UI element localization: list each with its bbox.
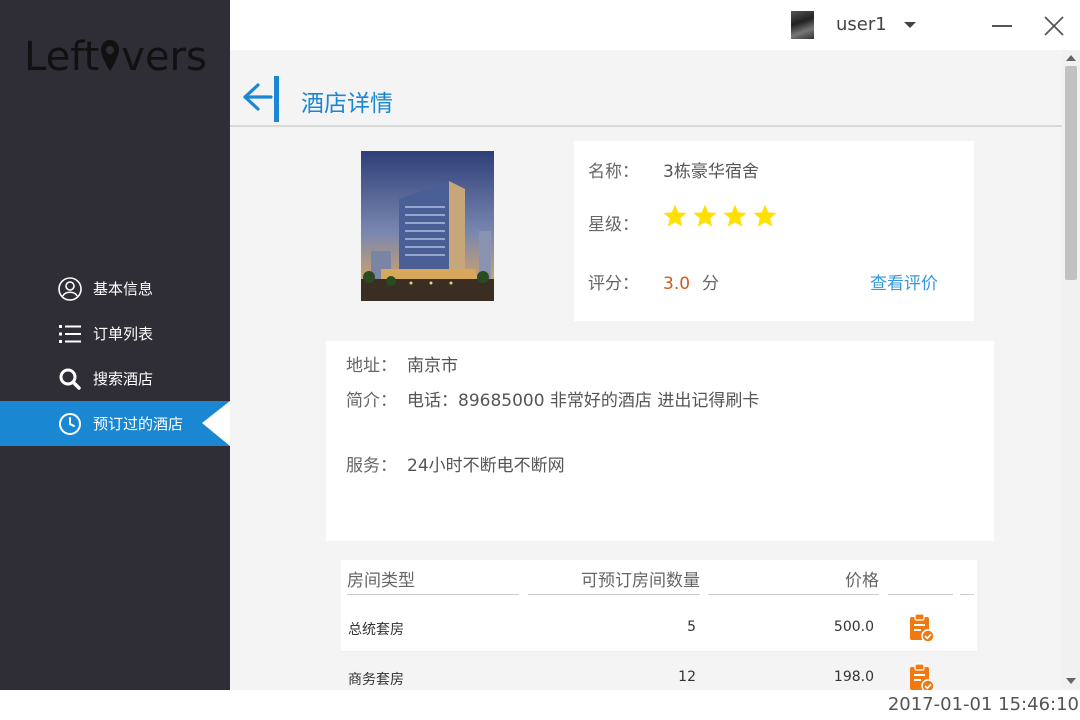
hotel-image (361, 151, 494, 301)
hotel-score-label: 评分： (588, 274, 639, 294)
hotel-name: 3栋豪华宿舍 (663, 162, 759, 182)
sidebar-item-order-list[interactable]: 订单列表 (0, 311, 230, 356)
service-row: 服务： 24小时不断电不断网 (346, 451, 565, 476)
sidebar-item-booked-hotels[interactable]: 预订过的酒店 (0, 401, 230, 446)
table-row[interactable]: 总统套房 5 500.0 (341, 602, 977, 652)
sidebar: Left vers 基本信息 订单列表 搜索酒店 预订过的酒店 (0, 0, 230, 690)
list-icon (57, 321, 83, 347)
hotel-detail-card: 地址： 南京市 简介： 电话：89685000 非常好的酒店 进出记得刷卡 服务： 2… (326, 341, 994, 541)
sidebar-nav: 基本信息 订单列表 搜索酒店 预订过的酒店 (0, 266, 230, 446)
table-row[interactable]: 商务套房 12 198.0 (341, 652, 977, 690)
user-circle-icon (57, 276, 83, 302)
hotel-score-unit: 分 (702, 274, 720, 294)
address-value: 南京市 (407, 356, 458, 376)
sidebar-item-basic-info[interactable]: 基本信息 (0, 266, 230, 311)
book-room-icon[interactable] (906, 612, 936, 644)
username[interactable]: user1 (836, 14, 887, 35)
book-room-icon[interactable] (906, 662, 936, 690)
intro-label: 简介： (346, 391, 397, 411)
chevron-down-icon[interactable] (904, 22, 916, 28)
intro-row: 简介： 电话：89685000 非常好的酒店 进出记得刷卡 (346, 386, 759, 411)
address-row: 地址： 南京市 (346, 351, 458, 376)
room-table: 房间类型 可预订房间数量 价格 总统套房 5 500.0 商务套房 12 198… (341, 560, 977, 690)
avatar[interactable] (791, 11, 814, 39)
minimize-button[interactable] (992, 25, 1012, 27)
hotel-score-row: 评分： 3.0 分 (588, 269, 719, 294)
scroll-down-icon[interactable] (1066, 678, 1076, 684)
top-bar: user1 (230, 0, 1080, 50)
scrollbar-thumb[interactable] (1065, 66, 1077, 280)
sidebar-item-search-hotel[interactable]: 搜索酒店 (0, 356, 230, 401)
room-type-cell: 商务套房 (348, 672, 404, 688)
back-arrow-icon[interactable] (240, 80, 274, 114)
star-icon (663, 204, 687, 227)
sidebar-item-label: 搜索酒店 (93, 370, 154, 388)
intro-value: 电话：89685000 非常好的酒店 进出记得刷卡 (407, 391, 760, 411)
sidebar-item-label: 订单列表 (93, 325, 154, 343)
main-content: 酒店详情 名称： 3栋豪华宿舍 星级： 评分： 3.0 分 查看评价 地址： 南… (230, 50, 1062, 690)
address-label: 地址： (346, 356, 397, 376)
column-header-available-count[interactable]: 可预订房间数量 (528, 566, 700, 595)
sidebar-item-label: 预订过的酒店 (93, 415, 184, 433)
room-count-cell: 5 (687, 619, 696, 635)
header-divider (274, 76, 279, 122)
star-icon (693, 204, 717, 227)
service-value: 24小时不断电不断网 (407, 456, 565, 476)
column-header-filler (960, 566, 974, 595)
hotel-score: 3.0 (663, 274, 691, 294)
hotel-star-label: 星级： (588, 215, 639, 235)
room-price-cell: 198.0 (833, 669, 874, 685)
app-logo: Left vers (24, 34, 207, 80)
column-header-room-type[interactable]: 房间类型 (347, 566, 519, 595)
hotel-name-row: 名称： 3栋豪华宿舍 (588, 157, 759, 182)
column-header-action (888, 566, 953, 595)
search-icon (57, 366, 83, 392)
column-header-price[interactable]: 价格 (708, 566, 879, 595)
page-title: 酒店详情 (301, 91, 393, 117)
clock-icon (57, 411, 83, 437)
close-icon[interactable] (1042, 14, 1066, 38)
star-icon (753, 204, 777, 227)
sidebar-item-label: 基本信息 (93, 280, 154, 298)
star-rating (662, 203, 778, 229)
active-indicator (202, 401, 230, 446)
page-header: 酒店详情 (230, 50, 1062, 127)
room-price-cell: 500.0 (833, 619, 874, 635)
service-label: 服务： (346, 456, 397, 476)
vertical-scrollbar[interactable] (1062, 50, 1080, 690)
room-type-cell: 总统套房 (348, 622, 404, 638)
room-count-cell: 12 (678, 669, 696, 685)
hotel-name-label: 名称： (588, 162, 639, 182)
view-reviews-link[interactable]: 查看评价 (870, 269, 938, 294)
status-bar: 2017-01-01 15:46:10 (0, 690, 1080, 720)
hotel-info-card: 名称： 3栋豪华宿舍 星级： 评分： 3.0 分 查看评价 (574, 141, 974, 321)
current-datetime: 2017-01-01 15:46:10 (887, 694, 1079, 715)
scroll-up-icon[interactable] (1066, 55, 1076, 61)
location-pin-icon (101, 40, 120, 71)
star-icon (723, 204, 747, 227)
